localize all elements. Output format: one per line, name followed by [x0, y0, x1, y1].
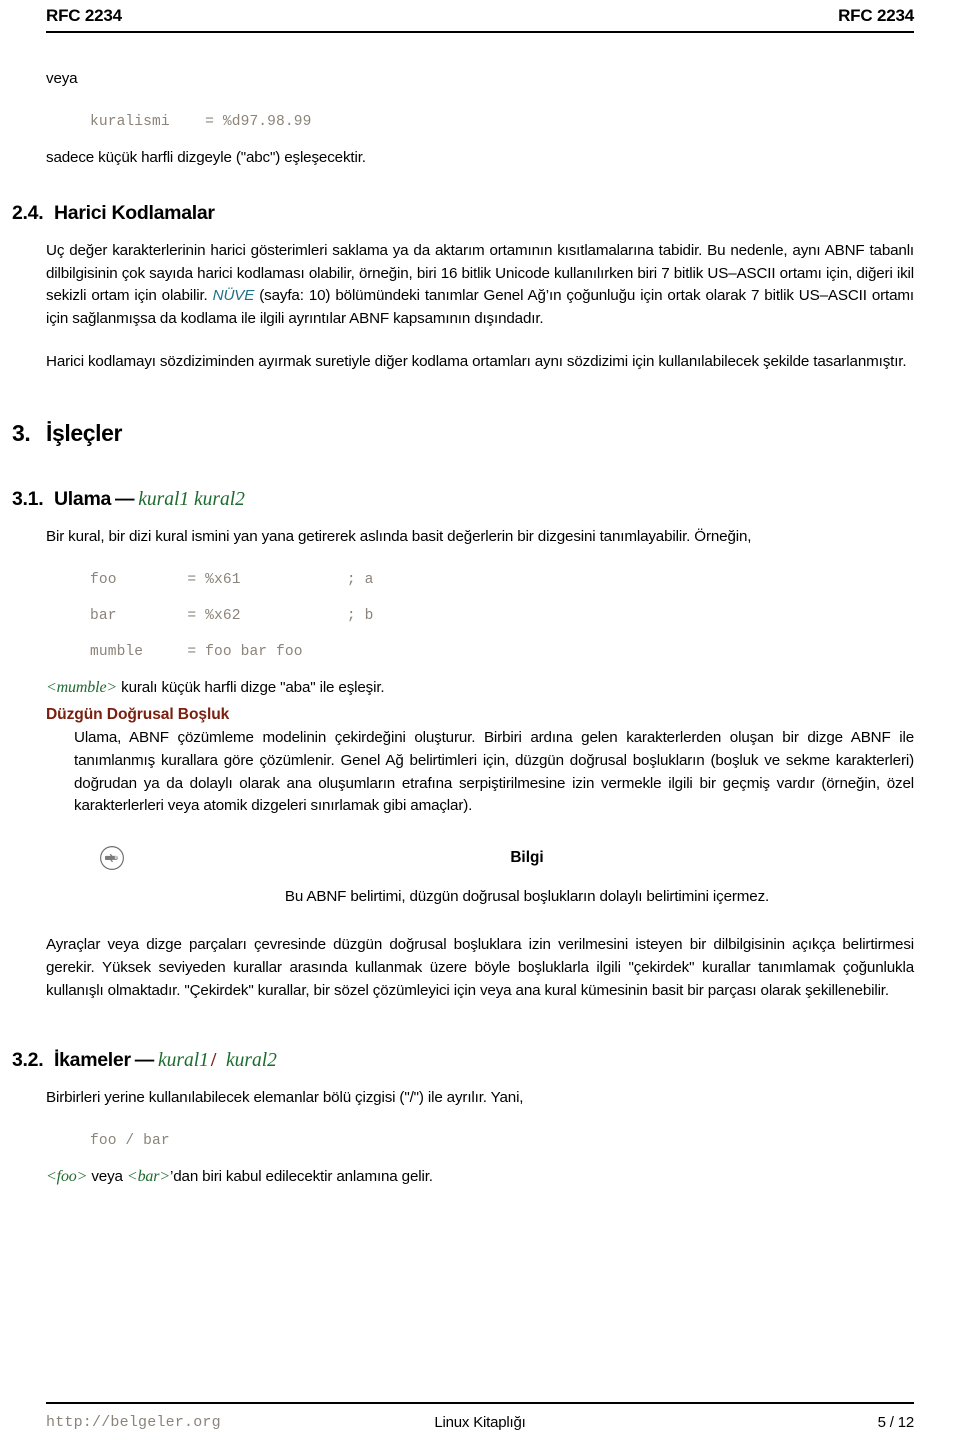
note-title: Bilgi [510, 848, 544, 866]
paragraph-3-2-1: Birbirleri yerine kullanılabilecek elema… [46, 1089, 524, 1107]
cross-reference-nuve[interactable]: NÜVE [213, 287, 255, 304]
code-block-kuralismi: kuralismi = %d97.98.99 [90, 113, 312, 130]
heading-3-number: 3. [12, 420, 31, 447]
code-block-mumble: mumble = foo bar foo [90, 643, 303, 660]
code-block-bar: bar = %x62 ; b [90, 607, 374, 624]
footer-page-number: 5 / 12 [877, 1414, 915, 1431]
heading-2-4-number: 2.4. [12, 202, 44, 225]
paragraph-mumble-explain-text: kuralı küçük harfli dizge "aba" ile eşle… [117, 678, 385, 696]
paragraph-2-4-1: Uç değer karakterlerinin harici gösterim… [46, 240, 914, 330]
running-header-left: RFC 2234 [46, 6, 122, 25]
heading-3-2-number: 3.2. [12, 1049, 44, 1072]
paragraph-3-1-sub: Ulama, ABNF çözümleme modelinin çekirdeğ… [74, 729, 914, 815]
heading-3-2-slash: / [210, 1050, 216, 1072]
code-block-foo-bar: foo / bar [90, 1132, 170, 1149]
note-body: Bu ABNF belirtimi, düzgün doğrusal boşlu… [284, 887, 770, 905]
heading-3-2: 3.2. İkameler — kural1 / kural2 [12, 1048, 914, 1073]
paragraph-2-4-2: Harici kodlamayı sözdiziminden ayırmak s… [46, 352, 907, 370]
heading-3-2-title: İkameler [54, 1049, 131, 1072]
footer-row: http://belgeler.org Linux Kitaplığı 5 / … [46, 1413, 914, 1435]
paragraph-veya: veya [46, 70, 78, 87]
document-page: RFC 2234 RFC 2234 veya kuralismi = %d97.… [0, 0, 960, 1449]
page-footer: http://belgeler.org Linux Kitaplığı 5 / … [46, 1402, 914, 1435]
heading-3-1-title: Ulama [54, 488, 112, 511]
footer-book-title: Linux Kitaplığı [434, 1414, 526, 1431]
running-header: RFC 2234 RFC 2234 [46, 6, 914, 36]
paragraph-after-code: sadece küçük harfli dizgeyle ("abc") eşl… [46, 148, 366, 166]
paragraph-3-1-1: Bir kural, bir dizi kural ismini yan yan… [46, 528, 752, 546]
content-column: veya kuralismi = %d97.98.99 sadece küçük… [12, 68, 914, 1194]
heading-3-1-dash: — [115, 488, 135, 511]
heading-2-4: 2.4. Harici Kodlamalar [12, 201, 914, 226]
footer-divider [46, 1402, 914, 1404]
heading-3-2-rule-b: kural2 [226, 1050, 277, 1072]
heading-2-4-title: Harici Kodlamalar [54, 202, 215, 225]
heading-3-2-rule-a: kural1 [157, 1050, 209, 1072]
inline-rule-mumble: <mumble> [46, 678, 118, 696]
paragraph-3-2-closing-tail: ’dan biri kabul edilecektir anlamına gel… [170, 1167, 433, 1185]
heading-3-title: İşleçler [46, 420, 123, 447]
paragraph-after-note: Ayraçlar veya dizge parçaları çevresinde… [46, 936, 914, 999]
inline-rule-foo: <foo> [46, 1167, 88, 1185]
paragraph-3-2-closing: <foo> veya <bar>’dan biri kabul edilecek… [46, 1166, 914, 1189]
paragraph-mumble-explain: <mumble> kuralı küçük harfli dizge "aba"… [46, 677, 914, 700]
heading-3-1: 3.1. Ulama — kural1 kural2 [12, 487, 914, 512]
pointing-hand-icon [98, 844, 126, 872]
heading-3-1-number: 3.1. [12, 488, 44, 511]
heading-3: 3. İşleçler [12, 419, 914, 447]
subsection-body: Ulama, ABNF çözümleme modelinin çekirdeğ… [46, 727, 914, 817]
running-header-right: RFC 2234 [838, 6, 914, 25]
note-admonition: Bilgi Bu ABNF belirtimi, düzgün doğrusal… [46, 838, 914, 909]
code-block-foo: foo = %x61 ; a [90, 571, 374, 588]
heading-3-1-rule: kural1 kural2 [138, 489, 245, 511]
header-divider [46, 31, 914, 33]
subheading-duzgun-dogrusal-bosluk: Düzgün Doğrusal Boşluk [46, 706, 230, 724]
inline-rule-bar: <bar> [126, 1167, 170, 1185]
heading-3-2-dash: — [134, 1049, 155, 1072]
paragraph-3-2-closing-mid: veya [87, 1167, 127, 1185]
